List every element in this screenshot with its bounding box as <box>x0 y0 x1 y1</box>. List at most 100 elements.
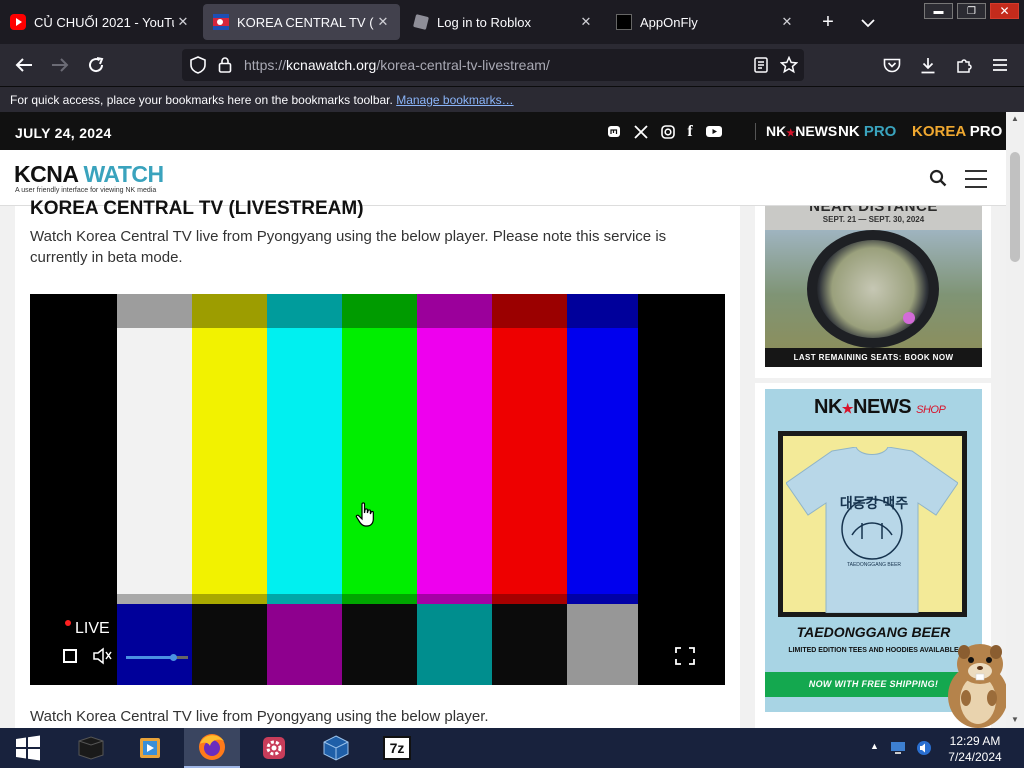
brand-part: KOREA <box>912 123 966 140</box>
url-bar[interactable]: https://kcnawatch.org/korea-central-tv-l… <box>182 49 804 81</box>
mastodon-icon[interactable] <box>606 125 622 139</box>
tab-strip: CỦ CHUỐI 2021 - YouTube ✕ KOREA CENTRAL … <box>0 0 1024 44</box>
ad-near-distance-image[interactable]: NEAR DISTANCE SEPT. 21 — SEPT. 30, 2024 … <box>765 206 982 367</box>
system-clock[interactable]: 12:29 AM 7/24/2024 <box>940 733 1010 765</box>
brand-part: PRO <box>863 123 897 140</box>
site-tagline: A user friendly interface for viewing NK… <box>15 187 157 194</box>
star-icon: ★ <box>841 401 854 416</box>
taskbar-virtualbox[interactable] <box>308 728 364 768</box>
volume-icon[interactable] <box>93 647 113 665</box>
forward-arrow-icon <box>52 58 69 72</box>
minimize-button[interactable]: ▬ <box>924 3 953 19</box>
url-text[interactable]: https://kcnawatch.org/korea-central-tv-l… <box>244 57 550 73</box>
windows-taskbar: 7z ▲ 12:29 AM 7/24/2024 <box>0 728 1024 768</box>
tab-label: KOREA CENTRAL TV (LIVESTREAM) <box>237 14 374 30</box>
kcnawatch-logo[interactable]: KCNA WATCH <box>14 161 164 188</box>
windows-logo-icon <box>16 735 40 761</box>
bookmark-star-icon[interactable] <box>780 56 798 74</box>
download-icon <box>921 57 935 73</box>
ad-footer: LAST REMAINING SEATS: BOOK NOW <box>765 348 982 367</box>
intro-text: Watch Korea Central TV live from Pyongya… <box>30 228 667 266</box>
shield-icon[interactable] <box>190 56 206 74</box>
site-top-bar: JULY 24, 2024 f NK★NEWS NK PRO KOREA PRO <box>0 112 1006 150</box>
settings-icon <box>263 737 285 759</box>
nkpro-link[interactable]: NK PRO <box>838 123 896 140</box>
facebook-icon[interactable]: f <box>682 123 698 141</box>
virtualbox-icon <box>323 735 349 761</box>
extensions-button[interactable] <box>951 52 977 78</box>
app-menu-button[interactable] <box>987 52 1013 78</box>
tab-youtube[interactable]: CỦ CHUỐI 2021 - YouTube ✕ <box>0 4 200 40</box>
manage-bookmarks-link[interactable]: Manage bookmarks… <box>396 93 513 107</box>
taskbar-7zip[interactable]: 7z <box>369 728 425 768</box>
terminal-icon <box>616 14 632 30</box>
nknews-link[interactable]: NK★NEWS <box>766 123 837 139</box>
north-korea-flag-icon <box>213 14 229 30</box>
lock-icon[interactable] <box>218 56 232 73</box>
taskbar-terminal[interactable] <box>62 728 118 768</box>
search-icon[interactable] <box>929 169 947 187</box>
back-button[interactable] <box>11 52 37 78</box>
7zip-icon: 7z <box>383 736 411 760</box>
volume-handle[interactable] <box>169 654 177 661</box>
reload-button[interactable] <box>83 52 109 78</box>
koreapro-link[interactable]: KOREA PRO <box>912 123 1002 140</box>
reader-view-icon[interactable] <box>754 57 768 73</box>
page-scrollbar[interactable]: ▲ ▼ <box>1006 112 1024 728</box>
volume-slider[interactable] <box>126 654 188 661</box>
tab-kcna[interactable]: KOREA CENTRAL TV (LIVESTREAM) ✕ <box>203 4 400 40</box>
ad-dates: SEPT. 21 — SEPT. 30, 2024 <box>822 215 925 224</box>
new-tab-button[interactable]: + <box>808 11 848 34</box>
close-icon[interactable]: ✕ <box>577 14 595 30</box>
stop-button[interactable] <box>63 649 77 663</box>
brand-part: NK <box>838 123 860 140</box>
taskbar-firefox[interactable] <box>184 728 240 768</box>
menu-icon <box>993 59 1007 71</box>
clock-time: 12:29 AM <box>949 734 1001 748</box>
instagram-icon[interactable] <box>660 125 676 139</box>
tab-apponfly[interactable]: AppOnFly ✕ <box>606 4 804 40</box>
roblox-icon <box>413 14 429 30</box>
forward-button[interactable] <box>47 52 73 78</box>
star-icon: ★ <box>786 128 796 139</box>
list-tabs-button[interactable] <box>848 11 888 34</box>
network-icon[interactable] <box>890 741 906 755</box>
divider <box>755 123 756 140</box>
close-window-button[interactable]: ✕ <box>990 3 1019 19</box>
clock-date: 7/24/2024 <box>948 750 1002 764</box>
tab-label: AppOnFly <box>640 14 698 30</box>
scroll-down-icon[interactable]: ▼ <box>1011 715 1019 724</box>
shirt-print-small: TAEDONGGANG BEER <box>846 562 902 568</box>
close-icon[interactable]: ✕ <box>174 14 192 30</box>
brand-part: NEWS <box>795 123 838 139</box>
pocket-button[interactable] <box>879 52 905 78</box>
restore-button[interactable]: ❐ <box>957 3 986 19</box>
scroll-up-icon[interactable]: ▲ <box>1011 114 1019 123</box>
hand-cursor-icon <box>355 502 374 527</box>
brand-part: PRO <box>969 123 1003 140</box>
bookmarks-toolbar: For quick access, place your bookmarks h… <box>0 86 1024 112</box>
close-icon[interactable]: ✕ <box>778 14 796 30</box>
scrollbar-thumb[interactable] <box>1010 152 1020 262</box>
desktop: CỦ CHUỐI 2021 - YouTube ✕ KOREA CENTRAL … <box>0 0 1024 768</box>
brand-part: SHOP <box>916 404 946 416</box>
start-button[interactable] <box>0 728 56 768</box>
tab-roblox[interactable]: Log in to Roblox ✕ <box>403 4 603 40</box>
youtube-icon[interactable] <box>706 125 722 138</box>
ad-shop-brand: NK★NEWS SHOP <box>814 396 946 419</box>
taskbar-media-player[interactable] <box>122 728 178 768</box>
video-player[interactable]: LIVE <box>30 294 725 685</box>
x-twitter-icon[interactable] <box>633 125 649 139</box>
downloads-button[interactable] <box>915 52 941 78</box>
ad-near-distance[interactable]: NEAR DISTANCE SEPT. 21 — SEPT. 30, 2024 … <box>755 206 991 378</box>
live-label: LIVE <box>75 620 110 637</box>
close-icon[interactable]: ✕ <box>374 14 392 30</box>
fullscreen-icon[interactable] <box>675 647 695 665</box>
terminal-icon <box>78 736 104 760</box>
tray-chevron-up-icon[interactable]: ▲ <box>870 741 879 751</box>
site-menu-icon[interactable] <box>965 170 987 194</box>
tab-label: CỦ CHUỐI 2021 - YouTube <box>34 14 174 30</box>
taskbar-settings[interactable] <box>246 728 302 768</box>
speaker-icon[interactable] <box>916 740 932 756</box>
chevron-down-icon <box>861 18 875 27</box>
